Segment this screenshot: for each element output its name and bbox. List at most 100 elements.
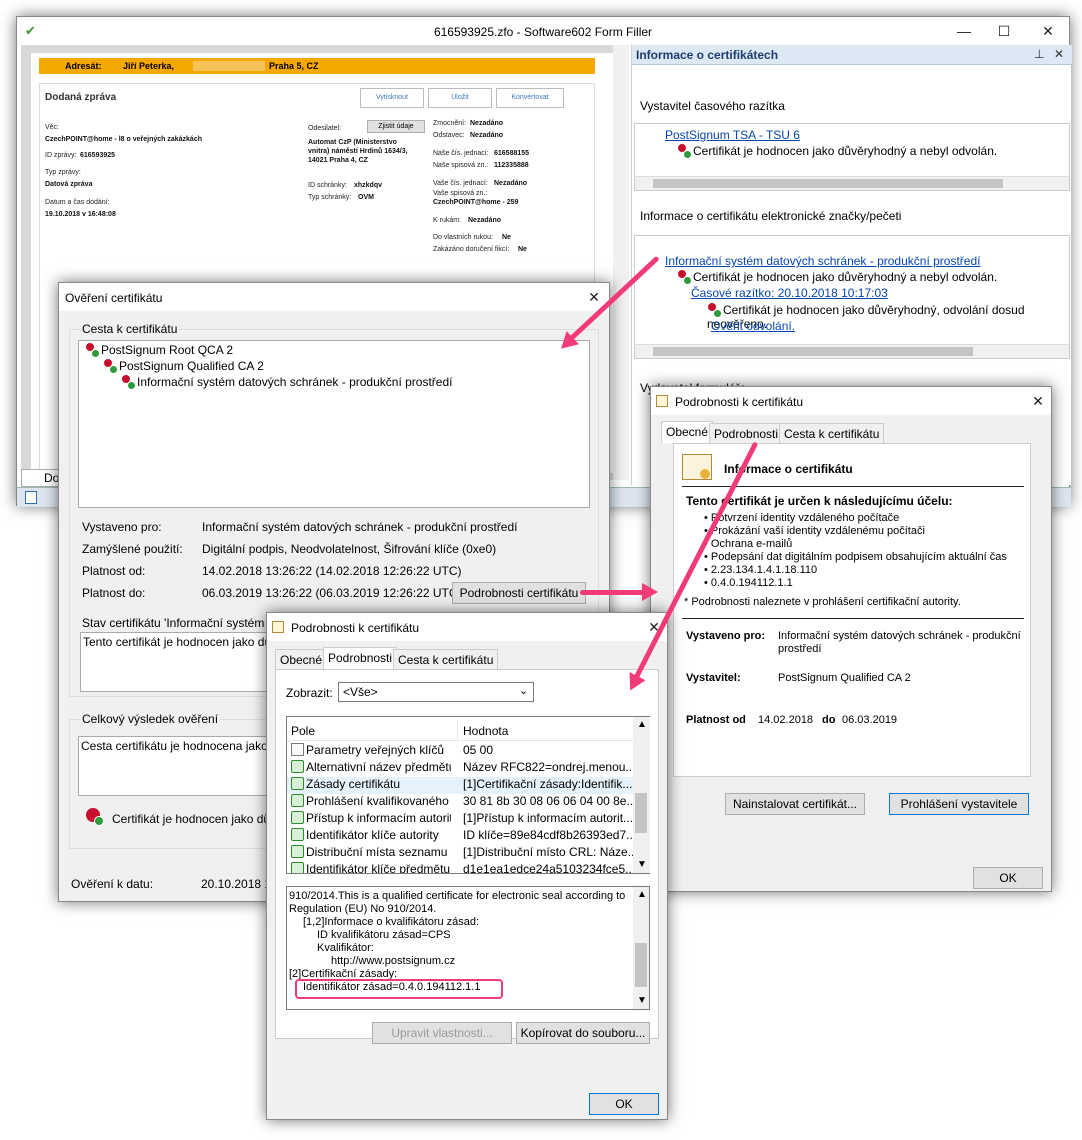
field-icon — [291, 777, 304, 790]
zakazano-label: Zakázáno doručení fikcí: — [433, 246, 510, 253]
detail-line: 910/2014.This is a qualified certificate… — [289, 890, 626, 902]
details-fields-dialog: Podrobnosti k certifikátu ✕ Obecné Podro… — [266, 612, 668, 1120]
valid-from-label: Platnost od: — [82, 564, 146, 578]
table-row[interactable]: Parametry veřejných klíčů 05 00 — [287, 743, 633, 760]
nase-sz-label: Naše spisová zn.: — [433, 162, 489, 169]
pin-icon[interactable]: ⊥ — [1034, 47, 1044, 61]
copy-to-file-button[interactable]: Kopírovat do souboru... — [516, 1022, 650, 1044]
print-button[interactable]: Vytisknout — [360, 88, 424, 108]
tab-cesta[interactable]: Cesta k certifikátu — [779, 423, 885, 443]
field-cell: Identifikátor klíče předmětu — [291, 862, 451, 873]
tsa-hscroll[interactable] — [635, 176, 1069, 190]
general-validity-from: 14.02.2018 — [758, 714, 814, 726]
typ-schranky-value: OVM — [358, 194, 374, 201]
fields-header: Pole Hodnota — [287, 721, 649, 741]
minimize-button[interactable]: — — [953, 21, 975, 41]
details-fields-title: Podrobnosti k certifikátu — [291, 621, 420, 635]
details-general-titlebar: Podrobnosti k certifikátu ✕ — [651, 387, 1051, 415]
cert-path-tree[interactable]: PostSignum Root QCA 2 PostSignum Qualifi… — [78, 340, 590, 508]
certificate-icon — [682, 454, 712, 480]
fields-vscroll[interactable]: ▲ ▼ — [633, 717, 650, 873]
field-value: [1]Přístup k informacím autorit... — [463, 811, 633, 825]
isds-link[interactable]: Informační systém datových schránek - pr… — [665, 254, 980, 268]
tab-cesta[interactable]: Cesta k certifikátu — [393, 649, 499, 669]
zjistit-udaje-button[interactable]: Zjistit údaje — [367, 120, 425, 133]
field-icon — [291, 760, 304, 773]
col-value-header[interactable]: Hodnota — [463, 724, 633, 738]
tab-podrobnosti[interactable]: Podrobnosti — [323, 647, 398, 669]
field-name: Distribuční místa seznamu o... — [306, 845, 451, 859]
tab-obecne[interactable]: Obecné — [661, 421, 714, 443]
detail-line: [1,2]Informace o kvalifikátoru zásad: — [303, 916, 480, 928]
tsa-link[interactable]: PostSignum TSA - TSU 6 — [665, 128, 800, 142]
addressee-name: Jiří Peterka, — [123, 61, 175, 71]
verify-revocation-link[interactable]: Ověřit odvolání. — [711, 319, 795, 333]
general-issued-to-label: Vystaveno pro: — [686, 630, 766, 642]
table-row[interactable]: Přístup k informacím autority [1]Přístup … — [287, 811, 633, 828]
do-vlastnich-label: Do vlastních rukou: — [433, 234, 493, 241]
cert-panel-title: Informace o certifikátech — [636, 48, 779, 62]
tsa-status: Certifikát je hodnocen jako důvěryhodný … — [677, 144, 997, 159]
details-fields-tabs: Obecné Podrobnosti Cesta k certifikátu — [275, 647, 655, 669]
cert-panel-header: Informace o certifikátech ⊥ ✕ — [632, 45, 1072, 65]
tree-root-label: PostSignum Root QCA 2 — [101, 343, 234, 357]
table-row[interactable]: Distribuční místa seznamu o... [1]Distrib… — [287, 845, 633, 862]
valid-from-value: 14.02.2018 13:26:22 (14.02.2018 12:26:22… — [202, 564, 462, 578]
vase-cj-value: Nezadáno — [494, 180, 528, 187]
tree-root[interactable]: PostSignum Root QCA 2 — [85, 343, 234, 358]
verify-title: Ověření certifikátu — [65, 291, 163, 305]
general-validity-label: Platnost od — [686, 714, 746, 726]
save-form-button[interactable]: Uložit — [428, 88, 492, 108]
nase-cj-value: 616588155 — [494, 150, 530, 157]
seal-ok-icon — [677, 144, 692, 159]
tab-podrobnosti[interactable]: Podrobnosti — [709, 423, 784, 443]
purpose-item: • 0.4.0.194112.1.1 — [704, 577, 793, 589]
table-row[interactable]: Identifikátor klíče předmětu d1e1ea1edce2… — [287, 862, 633, 873]
timestamp-link[interactable]: Časové razítko: 20.10.2018 10:17:03 — [691, 286, 888, 300]
close-button[interactable]: ✕ — [1037, 21, 1059, 41]
field-cell: Prohlášení kvalifikovaného c... — [291, 794, 451, 808]
show-select[interactable]: <Vše> ⌄ — [338, 682, 534, 702]
odesilatel-value: Automat CzP (Ministerstvo vnitra) náměst… — [308, 139, 408, 164]
install-cert-button[interactable]: Nainstalovat certifikát... — [725, 793, 865, 815]
field-cell: Parametry veřejných klíčů — [291, 743, 451, 757]
col-field-header[interactable]: Pole — [291, 724, 451, 738]
general-ok-button[interactable]: OK — [973, 867, 1043, 889]
vec-value: CzechPOINT@home - l8 o veřejných zakázká… — [45, 136, 202, 143]
detail-vscroll[interactable]: ▲ ▼ — [633, 887, 649, 1009]
cert-details-button[interactable]: Podrobnosti certifikátu — [452, 582, 586, 604]
seal-ok-icon — [103, 359, 118, 374]
usage-label: Zamýšlené použití: — [82, 542, 183, 556]
purpose-item: • Podepsání dat digitálním podpisem obsa… — [704, 551, 1007, 563]
id-value: 616593925 — [80, 152, 116, 159]
tree-leaf-label: Informační systém datových schránek - pr… — [137, 375, 453, 389]
table-row[interactable]: Zásady certifikátu [1]Certifikační zásady… — [287, 777, 633, 794]
tree-leaf[interactable]: Informační systém datových schránek - pr… — [121, 375, 453, 390]
tree-intermediate[interactable]: PostSignum Qualified CA 2 — [103, 359, 264, 374]
verify-close-button[interactable]: ✕ — [583, 287, 605, 307]
table-row[interactable]: Alternativní název předmětu Název RFC822=… — [287, 760, 633, 777]
form-vscrollbar[interactable] — [613, 45, 629, 480]
table-row[interactable]: Prohlášení kvalifikovaného c... 30 81 8b … — [287, 794, 633, 811]
chevron-down-icon: ⌄ — [519, 685, 529, 697]
show-select-value: <Vše> — [343, 685, 378, 699]
k-rukam-value: Nezadáno — [468, 217, 502, 224]
fields-ok-button[interactable]: OK — [589, 1093, 659, 1115]
edit-properties-button[interactable]: Upravit vlastnosti... — [372, 1022, 512, 1044]
detail-textbox[interactable]: 910/2014.This is a qualified certificate… — [286, 886, 650, 1010]
status-info-icon — [25, 491, 37, 504]
odstavec-label: Odstavec: — [433, 132, 465, 139]
result-textbox[interactable]: Cesta certifikátu je hodnocena jako dů — [78, 736, 298, 796]
field-cell: Zásady certifikátu — [291, 777, 451, 791]
details-general-close-button[interactable]: ✕ — [1027, 391, 1049, 411]
nase-sz-value: 112335888 — [494, 162, 529, 169]
fields-list[interactable]: Pole Hodnota Parametry veřejných klíčů 05… — [286, 716, 650, 874]
seal-hscroll[interactable] — [635, 344, 1069, 358]
panel-close-icon[interactable]: ✕ — [1054, 47, 1064, 61]
convert-button[interactable]: Konvertovat — [496, 88, 564, 108]
tab-obecne[interactable]: Obecné — [275, 649, 328, 669]
maximize-button[interactable]: ☐ — [993, 21, 1015, 41]
table-row[interactable]: Identifikátor klíče autority ID klíče=89e… — [287, 828, 633, 845]
issuer-statement-button[interactable]: Prohlášení vystavitele — [889, 793, 1029, 815]
verify-titlebar: Ověření certifikátu ✕ — [59, 283, 609, 311]
